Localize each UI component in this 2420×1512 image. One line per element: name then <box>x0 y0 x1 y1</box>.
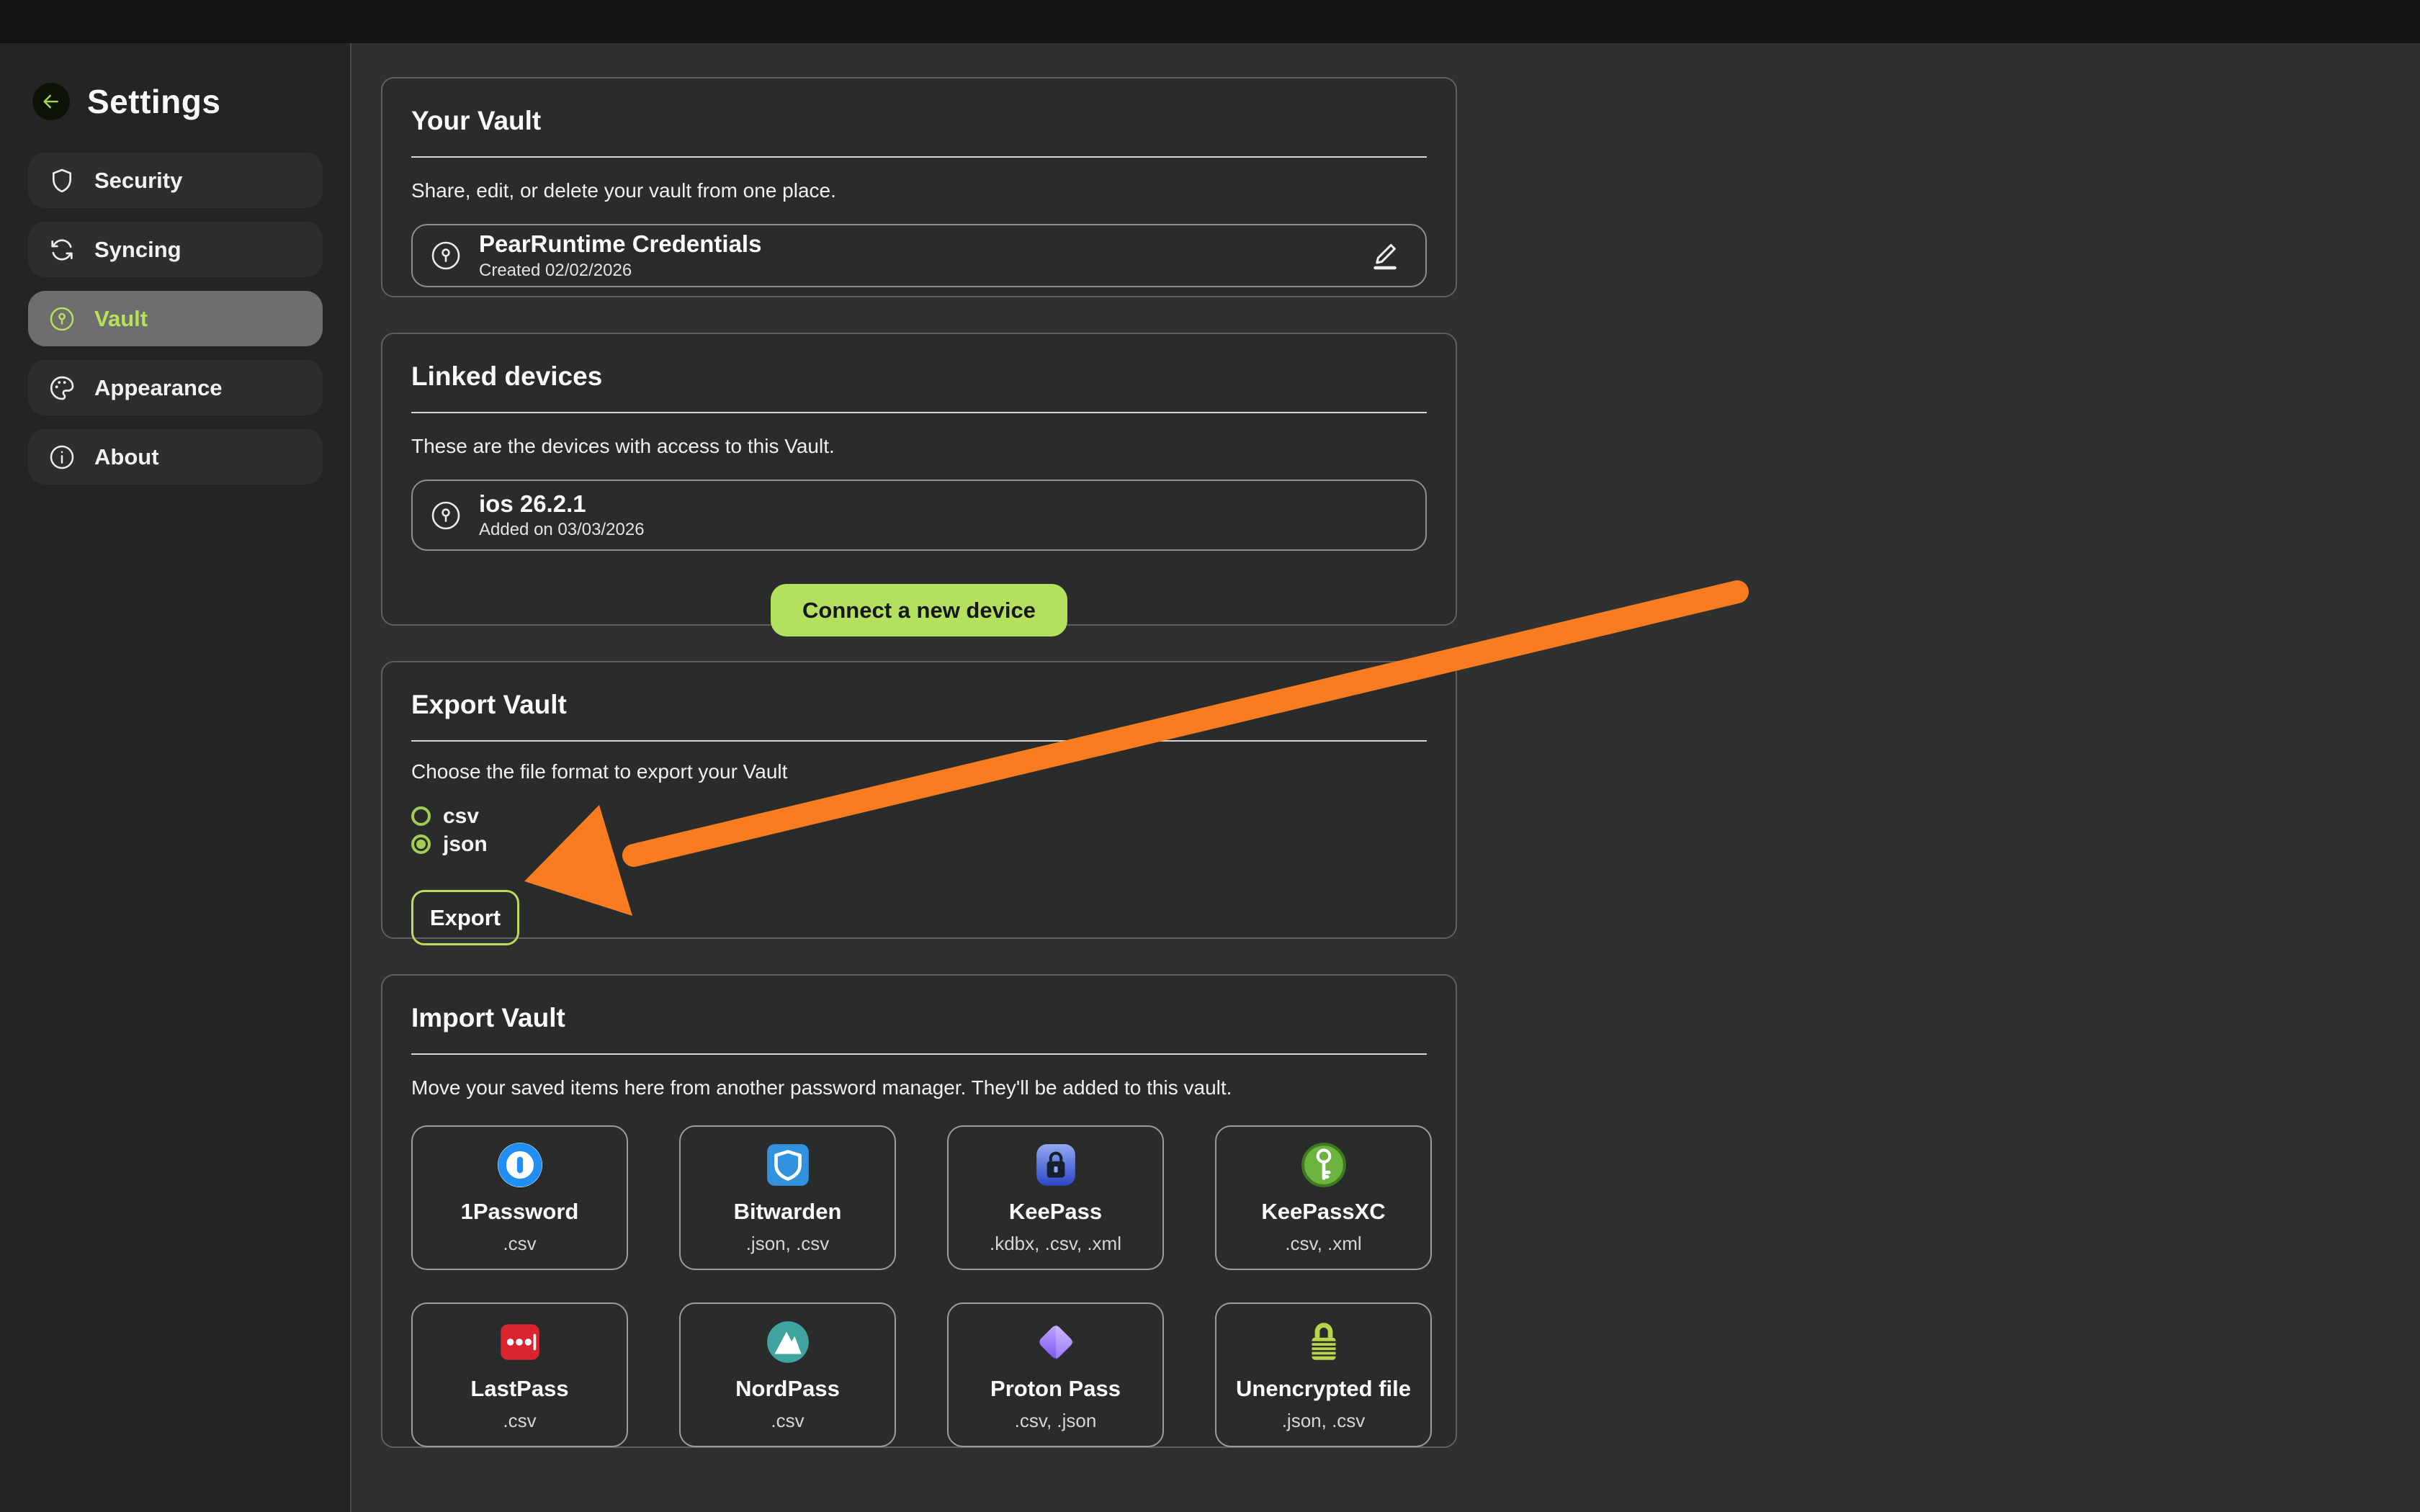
vault-name: PearRuntime Credentials <box>479 230 761 258</box>
keyhole-icon <box>429 498 463 533</box>
import-option-name: 1Password <box>461 1199 579 1225</box>
arrow-left-icon <box>40 91 62 112</box>
import-option-formats: .json, .csv <box>746 1233 830 1255</box>
sync-icon <box>48 235 76 264</box>
import-option-name: Unencrypted file <box>1236 1376 1411 1402</box>
import-option-formats: .csv, .json <box>1015 1410 1097 1432</box>
import-option-name: NordPass <box>735 1376 840 1402</box>
info-icon <box>48 443 76 472</box>
unencrypted-lock-icon <box>1300 1318 1348 1366</box>
radio-label: json <box>443 832 488 857</box>
card-title: Linked devices <box>411 361 1427 392</box>
sidebar-item-about[interactable]: About <box>28 429 323 485</box>
sidebar-item-syncing[interactable]: Syncing <box>28 222 323 277</box>
import-tile-unencrypted-file[interactable]: Unencrypted file .json, .csv <box>1215 1302 1432 1447</box>
1password-icon <box>496 1141 544 1189</box>
vault-row[interactable]: PearRuntime Credentials Created 02/02/20… <box>411 224 1427 287</box>
back-button[interactable] <box>32 83 70 120</box>
settings-nav: Security Syncing Vault Appearance <box>28 153 323 485</box>
keepass-icon <box>1032 1141 1080 1189</box>
card-description: These are the devices with access to thi… <box>411 435 1427 458</box>
import-option-formats: .csv <box>503 1233 536 1255</box>
page-title: Settings <box>87 82 220 121</box>
device-row[interactable]: ios 26.2.1 Added on 03/03/2026 <box>411 480 1427 551</box>
divider <box>411 156 1427 158</box>
sidebar-item-label: Vault <box>94 306 148 332</box>
import-tile-keepassxc[interactable]: KeePassXC .csv, .xml <box>1215 1125 1432 1270</box>
settings-sidebar: Settings Security Syncing Vault <box>0 43 351 1512</box>
import-tile-1password[interactable]: 1Password .csv <box>411 1125 628 1270</box>
nordpass-icon <box>764 1318 812 1366</box>
export-vault-card: Export Vault Choose the file format to e… <box>381 661 1457 939</box>
import-option-name: LastPass <box>470 1376 568 1402</box>
import-option-name: KeePass <box>1009 1199 1102 1225</box>
card-description: Choose the file format to export your Va… <box>411 760 1427 783</box>
keepassxc-icon <box>1300 1141 1348 1189</box>
protonpass-icon <box>1032 1318 1080 1366</box>
keyhole-icon <box>429 238 463 273</box>
your-vault-card: Your Vault Share, edit, or delete your v… <box>381 77 1457 297</box>
connect-new-device-button[interactable]: Connect a new device <box>771 584 1067 636</box>
linked-devices-card: Linked devices These are the devices wit… <box>381 333 1457 626</box>
radio-button-csv[interactable] <box>411 806 431 826</box>
bitwarden-icon <box>764 1141 812 1189</box>
export-format-radio-group: csv json <box>411 802 1427 858</box>
sidebar-item-label: Syncing <box>94 237 182 263</box>
card-title: Export Vault <box>411 690 1427 720</box>
device-added-date: Added on 03/03/2026 <box>479 520 645 540</box>
import-vault-card: Import Vault Move your saved items here … <box>381 974 1457 1448</box>
divider <box>411 740 1427 742</box>
sidebar-item-label: Security <box>94 168 182 194</box>
import-tile-keepass[interactable]: KeePass .kdbx, .csv, .xml <box>947 1125 1164 1270</box>
radio-option-csv[interactable]: csv <box>411 802 1427 830</box>
lastpass-icon <box>496 1318 544 1366</box>
import-option-formats: .csv <box>503 1410 536 1432</box>
palette-icon <box>48 374 76 402</box>
card-title: Import Vault <box>411 1003 1427 1033</box>
import-option-name: Proton Pass <box>990 1376 1121 1402</box>
import-option-name: Bitwarden <box>734 1199 842 1225</box>
edit-pencil-icon <box>1368 237 1402 274</box>
sidebar-item-label: Appearance <box>94 375 222 401</box>
device-name: ios 26.2.1 <box>479 490 645 518</box>
import-tile-protonpass[interactable]: Proton Pass .csv, .json <box>947 1302 1164 1447</box>
settings-content: Your Vault Share, edit, or delete your v… <box>351 43 2420 1512</box>
import-option-name: KeePassXC <box>1261 1199 1385 1225</box>
sidebar-item-label: About <box>94 444 159 470</box>
card-description: Move your saved items here from another … <box>411 1076 1427 1099</box>
export-button[interactable]: Export <box>411 890 519 945</box>
import-tile-bitwarden[interactable]: Bitwarden .json, .csv <box>679 1125 896 1270</box>
import-option-formats: .csv <box>771 1410 804 1432</box>
sidebar-item-vault[interactable]: Vault <box>28 291 323 346</box>
sidebar-item-security[interactable]: Security <box>28 153 323 208</box>
shield-icon <box>48 166 76 195</box>
radio-label: csv <box>443 804 479 829</box>
import-tile-lastpass[interactable]: LastPass .csv <box>411 1302 628 1447</box>
import-option-formats: .kdbx, .csv, .xml <box>990 1233 1121 1255</box>
import-tile-nordpass[interactable]: NordPass .csv <box>679 1302 896 1447</box>
radio-button-json[interactable] <box>411 834 431 854</box>
edit-vault-button[interactable] <box>1366 235 1404 276</box>
import-options-grid: 1Password .csv Bitwarden .json, .csv <box>411 1125 1427 1447</box>
vault-created-date: Created 02/02/2026 <box>479 261 761 281</box>
sidebar-header: Settings <box>0 43 350 121</box>
import-option-formats: .json, .csv <box>1282 1410 1366 1432</box>
card-description: Share, edit, or delete your vault from o… <box>411 179 1427 202</box>
divider <box>411 1053 1427 1055</box>
window-top-bar <box>0 0 2420 43</box>
sidebar-item-appearance[interactable]: Appearance <box>28 360 323 415</box>
keyhole-icon <box>48 305 76 333</box>
radio-option-json[interactable]: json <box>411 830 1427 858</box>
import-option-formats: .csv, .xml <box>1285 1233 1361 1255</box>
divider <box>411 412 1427 413</box>
card-title: Your Vault <box>411 106 1427 136</box>
